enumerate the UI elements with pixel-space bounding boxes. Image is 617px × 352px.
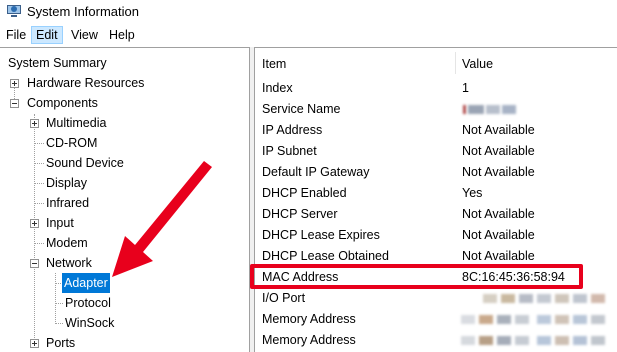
cell-item: Default IP Gateway (262, 165, 370, 179)
cell-item: Index (262, 81, 293, 95)
menu-view[interactable]: View (67, 26, 102, 44)
tree-label: CD-ROM (46, 136, 98, 150)
tree-label: System Summary (8, 56, 107, 70)
cell-value: Not Available (462, 228, 535, 242)
tree-item-cd-rom[interactable]: CD-ROM (0, 133, 248, 153)
tree-label: Input (46, 216, 74, 230)
window-title: System Information (27, 4, 139, 19)
tree-item-hardware-resources[interactable]: Hardware Resources (0, 73, 248, 93)
menu-bar: File Edit View Help (0, 24, 617, 46)
tree-label: WinSock (65, 316, 115, 330)
tree-label: Components (27, 96, 98, 110)
tree-label: Modem (46, 236, 88, 250)
cell-value: Not Available (462, 123, 535, 137)
tree-label: Network (46, 256, 92, 270)
expand-plus-icon[interactable] (30, 219, 39, 228)
expand-plus-icon[interactable] (10, 79, 19, 88)
expand-plus-icon[interactable] (30, 339, 39, 348)
cell-value: 1 (462, 81, 469, 95)
table-row[interactable]: IP Address Not Available (255, 120, 617, 141)
table-row[interactable]: DHCP Enabled Yes (255, 183, 617, 204)
cell-item: I/O Port (262, 291, 306, 305)
table-row[interactable]: Default IP Gateway Not Available (255, 162, 617, 183)
tree-label: Hardware Resources (27, 76, 145, 90)
table-row[interactable]: I/O Port (255, 288, 617, 309)
cell-item: DHCP Server (262, 207, 338, 221)
tree-item-protocol[interactable]: Protocol (0, 293, 248, 313)
tree-label: Infrared (46, 196, 90, 210)
table-row[interactable]: IP Subnet Not Available (255, 141, 617, 162)
tree-label: Protocol (65, 296, 111, 310)
cell-item: IP Address (262, 123, 323, 137)
details-list[interactable]: Item Value Index 1 Service Name IP Addre… (254, 47, 617, 352)
cell-item: DHCP Enabled (262, 186, 347, 200)
cell-value: Not Available (462, 165, 535, 179)
cell-item: Memory Address (262, 312, 356, 326)
table-row[interactable]: Memory Address (255, 309, 617, 330)
table-row[interactable]: Memory Address (255, 330, 617, 351)
tree-label: Display (46, 176, 87, 190)
cell-value: Yes (462, 186, 483, 200)
cell-item: Service Name (262, 102, 341, 116)
tree-item-multimedia[interactable]: Multimedia (0, 113, 248, 133)
menu-help[interactable]: Help (105, 26, 139, 44)
cell-item: Memory Address (262, 333, 356, 347)
column-header-item[interactable]: Item (262, 54, 286, 74)
column-header-value[interactable]: Value (462, 54, 493, 74)
cell-item: DHCP Lease Expires (262, 228, 380, 242)
tree-item-ports[interactable]: Ports (0, 333, 248, 352)
mac-address-highlight (250, 264, 583, 289)
system-information-icon (6, 4, 22, 18)
tree-label: Ports (46, 336, 76, 350)
menu-file[interactable]: File (2, 26, 30, 44)
tree-item-system-summary[interactable]: System Summary (0, 53, 248, 73)
cell-value: Not Available (462, 144, 535, 158)
tree-item-winsock[interactable]: WinSock (0, 313, 248, 333)
red-arrow-icon (112, 161, 212, 277)
tree-item-components[interactable]: Components (0, 93, 248, 113)
tree-label: Multimedia (46, 116, 107, 130)
cell-item: IP Subnet (262, 144, 317, 158)
menu-edit[interactable]: Edit (31, 26, 63, 44)
collapse-minus-icon[interactable] (30, 259, 39, 268)
table-row[interactable]: DHCP Lease Expires Not Available (255, 225, 617, 246)
table-row[interactable]: DHCP Server Not Available (255, 204, 617, 225)
table-row[interactable]: Index 1 (255, 78, 617, 99)
table-row[interactable]: Service Name (255, 99, 617, 120)
expand-plus-icon[interactable] (30, 119, 39, 128)
cell-value: Not Available (462, 207, 535, 221)
title-bar: System Information (0, 0, 617, 24)
collapse-minus-icon[interactable] (10, 99, 19, 108)
column-separator[interactable] (455, 52, 456, 74)
